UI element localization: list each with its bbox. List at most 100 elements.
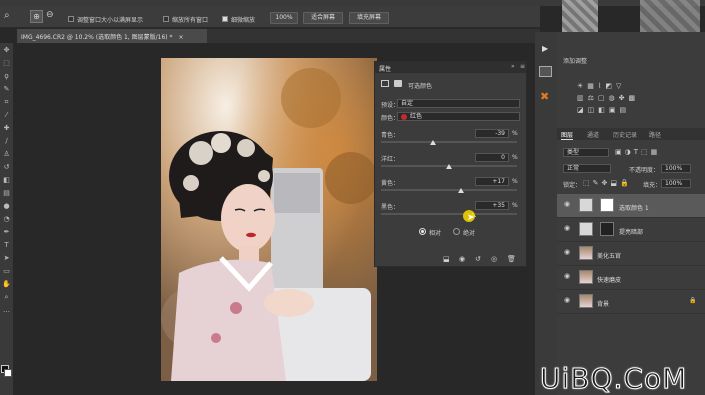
threshold-icon[interactable]: ◧	[598, 106, 609, 114]
gradient-tool-icon[interactable]: ▤	[2, 190, 11, 197]
properties-title: 属性	[379, 66, 392, 73]
watermark: UiBQ.CoM	[539, 362, 688, 395]
zoom-tool-icon[interactable]: ⌕	[4, 10, 10, 21]
path-select-icon[interactable]: ➤	[2, 255, 11, 262]
eye-icon[interactable]: ◉	[564, 272, 570, 280]
scrubby-zoom-checkbox[interactable]	[222, 16, 228, 22]
properties-footer: ⬓ ◉ ↺ ◎ 🗑	[375, 253, 526, 266]
zoom-in-icon[interactable]: ⊕	[30, 10, 43, 23]
crop-tool-icon[interactable]: ⌗	[2, 99, 11, 106]
properties-panel-icon[interactable]	[539, 66, 552, 77]
layer-row[interactable]: ◉ 选取颜色 1	[557, 194, 705, 218]
preset-dropdown[interactable]: 自定	[397, 99, 520, 108]
document-photo[interactable]	[161, 58, 377, 381]
panel-menu-icon[interactable]: ≡	[520, 63, 525, 70]
zoom-tool-icon[interactable]: ⌕	[2, 294, 11, 301]
layer-row[interactable]: ◉ 提亮暗部	[557, 218, 705, 242]
resize-windows-checkbox[interactable]	[68, 16, 74, 22]
slider-value-field[interactable]: 0	[475, 153, 509, 162]
invert-icon[interactable]: ◪	[577, 106, 588, 114]
slider-knob[interactable]	[457, 188, 464, 193]
absolute-radio[interactable]	[453, 228, 460, 235]
tab-layers[interactable]: 图层	[561, 130, 574, 140]
slider-value-field[interactable]: +35	[475, 201, 509, 210]
slider-unit: %	[512, 130, 518, 137]
tab-channels[interactable]: 通道	[587, 130, 599, 139]
brush-tool-icon[interactable]: ∕	[2, 138, 11, 145]
hand-tool-icon[interactable]: ✋	[2, 281, 11, 288]
healing-tool-icon[interactable]: ✚	[2, 125, 11, 132]
mask-icon[interactable]	[394, 80, 402, 87]
hue-icon[interactable]: ▥	[577, 94, 588, 102]
collapse-icon[interactable]: »	[511, 63, 515, 70]
clip-to-layer-icon[interactable]: ⬓	[443, 255, 450, 263]
marquee-tool-icon[interactable]: ⬚	[2, 60, 11, 67]
reset-icon[interactable]: ↺	[475, 255, 481, 263]
eye-icon[interactable]: ◉	[564, 224, 570, 232]
levels-icon[interactable]: ▦	[587, 82, 598, 90]
relative-radio[interactable]	[419, 228, 426, 235]
shape-tool-icon[interactable]: ▭	[2, 268, 11, 275]
layer-row[interactable]: ◉ 快速磨皮	[557, 266, 705, 290]
slider-value-field[interactable]: +17	[475, 177, 509, 186]
zoom-out-icon[interactable]: ⊖	[46, 10, 54, 20]
blur-tool-icon[interactable]: ●	[2, 203, 11, 210]
fill-screen-button[interactable]: 填充屏幕	[349, 12, 389, 24]
tab-paths[interactable]: 路径	[649, 130, 661, 139]
blend-mode-dropdown[interactable]: 正常	[563, 164, 611, 173]
layer-mask-thumbnail[interactable]	[600, 222, 614, 236]
delete-icon[interactable]: 🗑	[507, 255, 516, 263]
more-tools-icon[interactable]: …	[2, 307, 11, 314]
view-previous-icon[interactable]: ◉	[459, 255, 465, 263]
layer-row[interactable]: ◉ 背景 🔒	[557, 290, 705, 314]
layer-mask-thumbnail[interactable]	[600, 198, 614, 212]
posterize-icon[interactable]: ◫	[588, 106, 599, 114]
slider-track[interactable]	[381, 189, 517, 191]
zoom-value-field[interactable]: 100%	[270, 12, 298, 24]
opacity-field[interactable]: 100%	[661, 164, 691, 173]
eye-icon[interactable]: ◉	[564, 248, 570, 256]
lookup-icon[interactable]: ▩	[629, 94, 640, 102]
quick-select-tool-icon[interactable]: ✎	[2, 86, 11, 93]
slider-track[interactable]	[381, 141, 517, 143]
filter-kind-dropdown[interactable]: 类型	[563, 148, 609, 157]
exposure-icon[interactable]: ◩	[605, 82, 616, 90]
document-tab[interactable]: IMG_4696.CR2 @ 10.2% (选取颜色 1, 图层蒙版/16) *…	[17, 29, 207, 43]
dodge-tool-icon[interactable]: ◔	[2, 216, 11, 223]
slider-track[interactable]	[381, 213, 517, 215]
layer-row[interactable]: ◉ 美化五官	[557, 242, 705, 266]
stamp-tool-icon[interactable]: ♙	[2, 151, 11, 158]
eye-icon[interactable]: ◉	[564, 296, 570, 304]
balance-icon[interactable]: ⚖	[588, 94, 598, 102]
move-tool-icon[interactable]: ✥	[2, 47, 11, 54]
slider-value-field[interactable]: -39	[475, 129, 509, 138]
tab-history[interactable]: 历史记录	[613, 130, 637, 139]
play-icon[interactable]: ▶	[542, 44, 548, 53]
slider-knob[interactable]	[446, 164, 452, 169]
background-color-swatch[interactable]	[4, 369, 12, 377]
pen-tool-icon[interactable]: ✒	[2, 229, 11, 236]
eye-icon[interactable]: ◉	[564, 200, 570, 208]
brush-settings-icon[interactable]: ✖	[540, 90, 549, 103]
photo-filter-icon[interactable]: ◍	[609, 94, 619, 102]
mixer-icon[interactable]: ✤	[619, 94, 629, 102]
scrubby-zoom-label: 细微缩放	[231, 17, 256, 24]
fit-screen-button[interactable]: 适合屏幕	[303, 12, 343, 24]
vibrance-icon[interactable]: ▽	[616, 82, 625, 90]
visibility-icon[interactable]: ◎	[491, 255, 497, 263]
history-brush-icon[interactable]: ↺	[2, 164, 11, 171]
eyedropper-tool-icon[interactable]: ⁄	[2, 112, 11, 119]
brightness-icon[interactable]: ☀	[577, 82, 587, 90]
selective-color-icon[interactable]: ▣	[609, 106, 620, 114]
gradient-map-icon[interactable]: ▤	[620, 106, 631, 114]
type-tool-icon[interactable]: T	[2, 242, 11, 249]
bw-icon[interactable]: ▢	[598, 94, 609, 102]
lasso-tool-icon[interactable]: ϙ	[2, 73, 11, 80]
eraser-tool-icon[interactable]: ◧	[2, 177, 11, 184]
close-icon[interactable]: ×	[178, 34, 183, 41]
color-dropdown[interactable]: 红色	[397, 112, 520, 121]
slider-knob[interactable]	[429, 140, 436, 145]
lock-icon: 🔒	[689, 297, 697, 304]
zoom-all-windows-checkbox[interactable]	[163, 16, 169, 22]
fill-field[interactable]: 100%	[661, 179, 691, 188]
